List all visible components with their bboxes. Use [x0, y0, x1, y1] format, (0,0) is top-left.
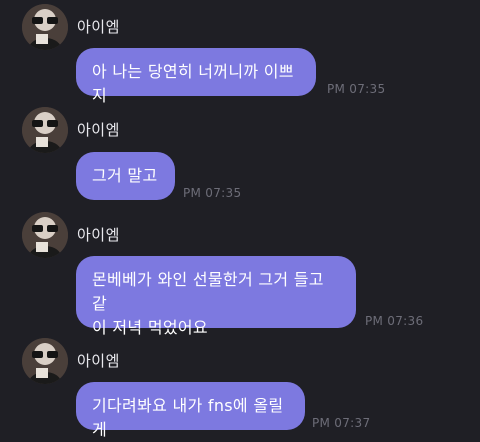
profile-photo-icon [22, 107, 68, 153]
avatar[interactable] [22, 212, 68, 258]
message-timestamp: PM 07:35 [183, 186, 242, 200]
message-timestamp: PM 07:35 [327, 82, 386, 96]
chat-view: 아이엠 아 나는 당연히 너꺼니까 이쁘지 PM 07:35 아이엠 그거 말고… [0, 0, 480, 439]
avatar[interactable] [22, 4, 68, 50]
avatar[interactable] [22, 107, 68, 153]
sender-name: 아이엠 [77, 18, 120, 36]
message-bubble[interactable]: 기다려봐요 내가 fns에 올릴게 [76, 382, 305, 439]
sender-name: 아이엠 [77, 226, 120, 244]
message-timestamp: PM 07:37 [312, 416, 371, 430]
avatar[interactable] [22, 338, 68, 384]
message-timestamp: PM 07:36 [365, 314, 424, 328]
message-bubble[interactable]: 몬베베가 와인 선물한거 그거 들고 같 이 저녁 먹었어요 [76, 256, 356, 337]
sender-name: 아이엠 [77, 121, 120, 139]
sender-name: 아이엠 [77, 352, 120, 370]
profile-photo-icon [22, 4, 68, 50]
profile-photo-icon [22, 212, 68, 258]
message-bubble[interactable]: 그거 말고 [76, 152, 175, 200]
profile-photo-icon [22, 338, 68, 384]
message-bubble[interactable]: 아 나는 당연히 너꺼니까 이쁘지 [76, 48, 316, 105]
